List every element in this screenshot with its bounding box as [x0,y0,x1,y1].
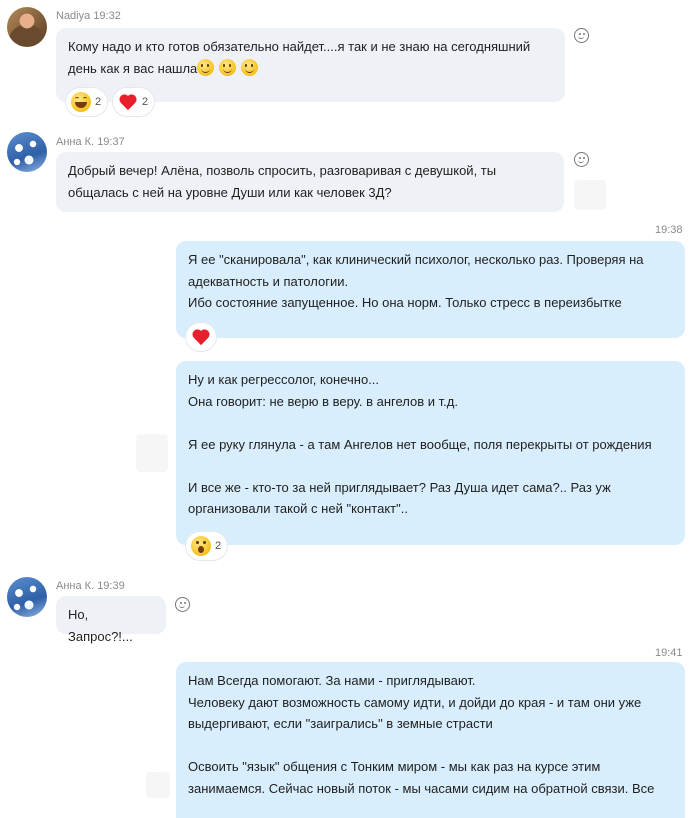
reaction-count: 2 [142,96,149,108]
message-time: 19:37 [97,136,125,148]
message-text: Кому надо и кто готов обязательно найдет… [68,39,531,76]
sender-name: Nadiya [56,10,91,22]
avatar-nadiya[interactable] [7,7,47,47]
message-meta: Анна К. 19:37 [56,136,125,148]
avatar-anna[interactable] [7,577,47,617]
smile-emoji [219,58,237,76]
message-text: Ну и как регрессолог, конечно... Она гов… [188,372,652,516]
message-actions-placeholder [146,772,170,798]
message-time: 19:41 [655,647,683,659]
message-text: Добрый вечер! Алёна, позволь спросить, р… [68,163,497,200]
message-bubble[interactable]: Но, Запрос?!... [56,596,166,644]
message-time: 19:32 [93,10,121,22]
message-actions-placeholder [136,434,168,472]
sender-name: Анна К. [56,136,95,148]
heart-emoji [191,327,211,347]
message-time: 19:38 [655,224,683,236]
reaction-heart[interactable] [186,323,216,351]
message-time: 19:39 [97,580,125,592]
message-meta: Анна К. 19:39 [56,580,125,592]
message-text: Но, Запрос?!... [68,607,133,644]
add-reaction-icon[interactable] [574,28,589,43]
message-bubble[interactable]: Я ее "сканировала", как клинический псих… [176,241,685,338]
message-bubble[interactable]: Ну и как регрессолог, конечно... Она гов… [176,361,685,545]
chat-conversation: Nadiya 19:32 Кому надо и кто готов обяза… [0,0,694,818]
reaction-shocked[interactable]: 2 [186,532,228,560]
shocked-emoji [191,536,211,556]
laugh-emoji [71,92,91,112]
message-actions-placeholder [574,180,606,210]
message-meta: Nadiya 19:32 [56,10,121,22]
message-text: Я ее "сканировала", как клинический псих… [188,252,644,310]
sender-name: Анна К. [56,580,95,592]
reaction-laugh[interactable]: 2 [66,88,108,116]
message-bubble[interactable]: Нам Всегда помогают. За нами - приглядыв… [176,662,685,818]
reaction-count: 2 [215,540,222,552]
add-reaction-icon[interactable] [574,152,589,167]
message-text: Нам Всегда помогают. За нами - приглядыв… [188,673,655,796]
smile-emoji [197,58,215,76]
reaction-heart[interactable]: 2 [113,88,155,116]
add-reaction-icon[interactable] [175,597,190,612]
heart-emoji [118,92,138,112]
message-bubble[interactable]: Добрый вечер! Алёна, позволь спросить, р… [56,152,564,212]
reaction-count: 2 [95,96,102,108]
smile-emoji [241,58,259,76]
avatar-anna[interactable] [7,132,47,172]
